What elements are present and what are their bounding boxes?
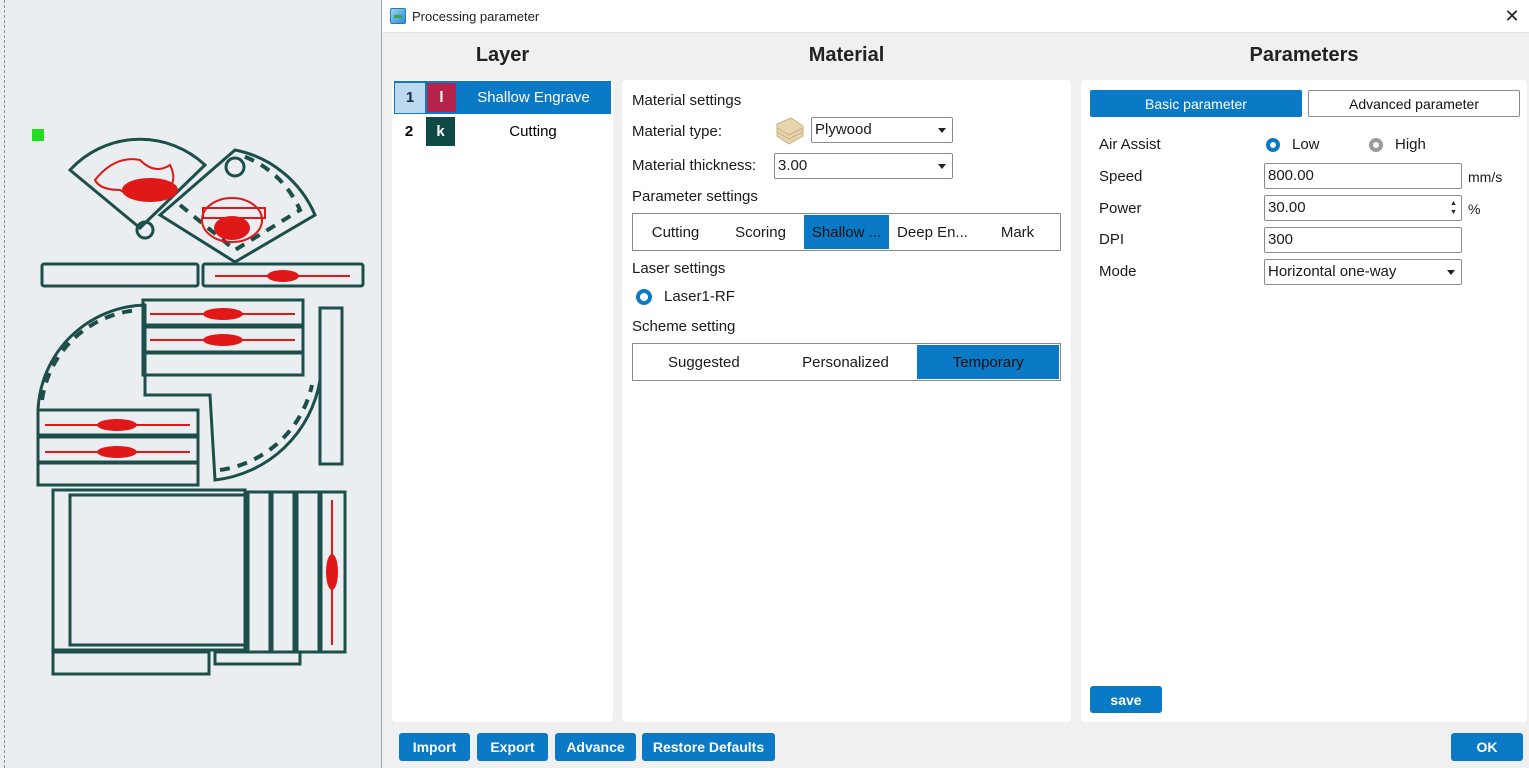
material-thickness-value: 3.00 bbox=[778, 157, 808, 174]
layer-list: 1 l Shallow Engrave 2 k Cutting bbox=[392, 80, 613, 722]
mode-label: Mode bbox=[1099, 263, 1137, 280]
radio-selected-icon bbox=[636, 288, 652, 305]
air-assist-high-label: High bbox=[1395, 136, 1426, 153]
air-assist-high-option[interactable]: High bbox=[1369, 136, 1426, 153]
material-settings-title: Material settings bbox=[632, 92, 742, 109]
save-button[interactable]: save bbox=[1090, 686, 1162, 713]
scheme-tab-personalized[interactable]: Personalized bbox=[775, 344, 917, 380]
power-label: Power bbox=[1099, 200, 1142, 217]
plank-left bbox=[40, 262, 200, 288]
material-type-label: Material type: bbox=[632, 123, 723, 140]
layer-number: 2 bbox=[404, 123, 414, 140]
air-assist-low-label: Low bbox=[1292, 136, 1320, 153]
box-slat-3 bbox=[295, 490, 321, 654]
tab-basic-parameter[interactable]: Basic parameter bbox=[1090, 90, 1302, 117]
dpi-input[interactable]: 300 bbox=[1264, 227, 1462, 253]
radio-selected-icon bbox=[1266, 137, 1280, 152]
plank-3 bbox=[141, 351, 305, 377]
air-assist-label: Air Assist bbox=[1099, 136, 1161, 153]
layer-row[interactable]: 1 l Shallow Engrave bbox=[394, 81, 611, 114]
plywood-icon bbox=[776, 117, 804, 145]
mode-select[interactable]: Horizontal one-way bbox=[1264, 259, 1462, 285]
engrave-ornament-3 bbox=[203, 334, 243, 346]
speed-unit: mm/s bbox=[1468, 169, 1503, 185]
param-tab-mark[interactable]: Mark bbox=[975, 214, 1060, 250]
parameter-preset-tabs: Cutting Scoring Shallow ... Deep En... M… bbox=[632, 213, 1061, 251]
laser-option-label: Laser1-RF bbox=[664, 288, 735, 305]
dialog-titlebar: Processing parameter ✕ bbox=[382, 0, 1529, 33]
app-icon bbox=[390, 8, 406, 24]
material-thickness-select[interactable]: 3.00 bbox=[774, 153, 953, 179]
chevron-down-icon bbox=[938, 164, 946, 169]
engrave-ornament-4 bbox=[97, 419, 137, 431]
layer-column-title: Layer bbox=[475, 44, 530, 66]
material-type-value: Plywood bbox=[815, 121, 872, 138]
dialog-title: Processing parameter bbox=[412, 8, 540, 24]
processing-parameter-dialog: Processing parameter ✕ Layer Material Pa… bbox=[381, 0, 1529, 768]
layer-name: Shallow Engrave bbox=[477, 89, 590, 106]
ok-button[interactable]: OK bbox=[1451, 733, 1523, 761]
laser-settings-title: Laser settings bbox=[632, 260, 726, 277]
box-panel bbox=[51, 488, 247, 652]
layer-color-swatch: l bbox=[427, 83, 456, 112]
power-unit: % bbox=[1468, 201, 1481, 217]
parameter-settings-title: Parameter settings bbox=[632, 188, 758, 205]
material-thickness-label: Material thickness: bbox=[632, 157, 757, 174]
spinner-arrows-icon[interactable]: ▲ ▼ bbox=[1450, 199, 1458, 217]
layer-row[interactable]: 2 k Cutting bbox=[394, 115, 611, 148]
parameters-column-title: Parameters bbox=[1249, 44, 1359, 66]
box-slat-1 bbox=[246, 490, 272, 654]
bread-engrave bbox=[122, 178, 178, 202]
power-input[interactable]: 30.00 ▲ ▼ bbox=[1264, 195, 1462, 221]
tab-advanced-parameter[interactable]: Advanced parameter bbox=[1308, 90, 1520, 117]
dpi-label: DPI bbox=[1099, 231, 1125, 248]
advance-button[interactable]: Advance bbox=[555, 733, 636, 761]
crab-body bbox=[214, 216, 250, 240]
import-button[interactable]: Import bbox=[399, 733, 470, 761]
round-piece-dashes-2 bbox=[219, 384, 314, 472]
param-tab-deep-engrave[interactable]: Deep En... bbox=[890, 214, 975, 250]
quarter-hole bbox=[224, 156, 246, 178]
speed-label: Speed bbox=[1099, 168, 1143, 185]
scheme-tab-suggested[interactable]: Suggested bbox=[633, 344, 775, 380]
mode-value: Horizontal one-way bbox=[1268, 263, 1397, 280]
layer-name: Cutting bbox=[509, 123, 557, 140]
chevron-down-icon bbox=[1447, 270, 1455, 275]
restore-defaults-button[interactable]: Restore Defaults bbox=[642, 733, 775, 761]
material-panel: Material settings Material type: Plywood… bbox=[622, 80, 1071, 722]
param-tab-scoring[interactable]: Scoring bbox=[718, 214, 803, 250]
scheme-tab-temporary[interactable]: Temporary bbox=[917, 345, 1060, 379]
layer-number: 1 bbox=[395, 82, 425, 113]
close-icon[interactable]: ✕ bbox=[1495, 0, 1529, 33]
param-tab-shallow-engrave[interactable]: Shallow ... bbox=[804, 215, 889, 249]
chevron-down-icon bbox=[938, 128, 946, 133]
air-assist-low-option[interactable]: Low bbox=[1266, 136, 1320, 153]
design-preview bbox=[32, 129, 365, 676]
scheme-tabs: Suggested Personalized Temporary bbox=[632, 343, 1061, 381]
design-canvas[interactable] bbox=[0, 0, 381, 768]
laser-option[interactable]: Laser1-RF bbox=[636, 288, 735, 305]
parameters-panel: Basic parameter Advanced parameter Air A… bbox=[1081, 80, 1527, 722]
origin-marker bbox=[32, 129, 44, 141]
material-column-title: Material bbox=[808, 44, 885, 66]
plank-6 bbox=[36, 461, 200, 487]
engrave-ornament-5 bbox=[97, 446, 137, 458]
engrave-ornament-6 bbox=[326, 554, 338, 590]
vertical-slat bbox=[318, 306, 344, 466]
engrave-ornament-2 bbox=[203, 308, 243, 320]
box-inner bbox=[68, 493, 247, 647]
engrave-ornament-1 bbox=[267, 270, 299, 282]
material-type-select[interactable]: Plywood bbox=[811, 117, 953, 143]
power-value: 30.00 bbox=[1268, 199, 1306, 216]
export-button[interactable]: Export bbox=[477, 733, 548, 761]
plank-bottom-2 bbox=[213, 650, 302, 666]
radio-unselected-icon bbox=[1369, 137, 1383, 152]
box-slat-2 bbox=[270, 490, 296, 654]
layer-color-swatch: k bbox=[426, 117, 455, 146]
scheme-settings-title: Scheme setting bbox=[632, 318, 736, 335]
param-tab-cutting[interactable]: Cutting bbox=[633, 214, 718, 250]
plank-bottom-1 bbox=[51, 650, 211, 676]
speed-input[interactable]: 800.00 bbox=[1264, 163, 1462, 189]
